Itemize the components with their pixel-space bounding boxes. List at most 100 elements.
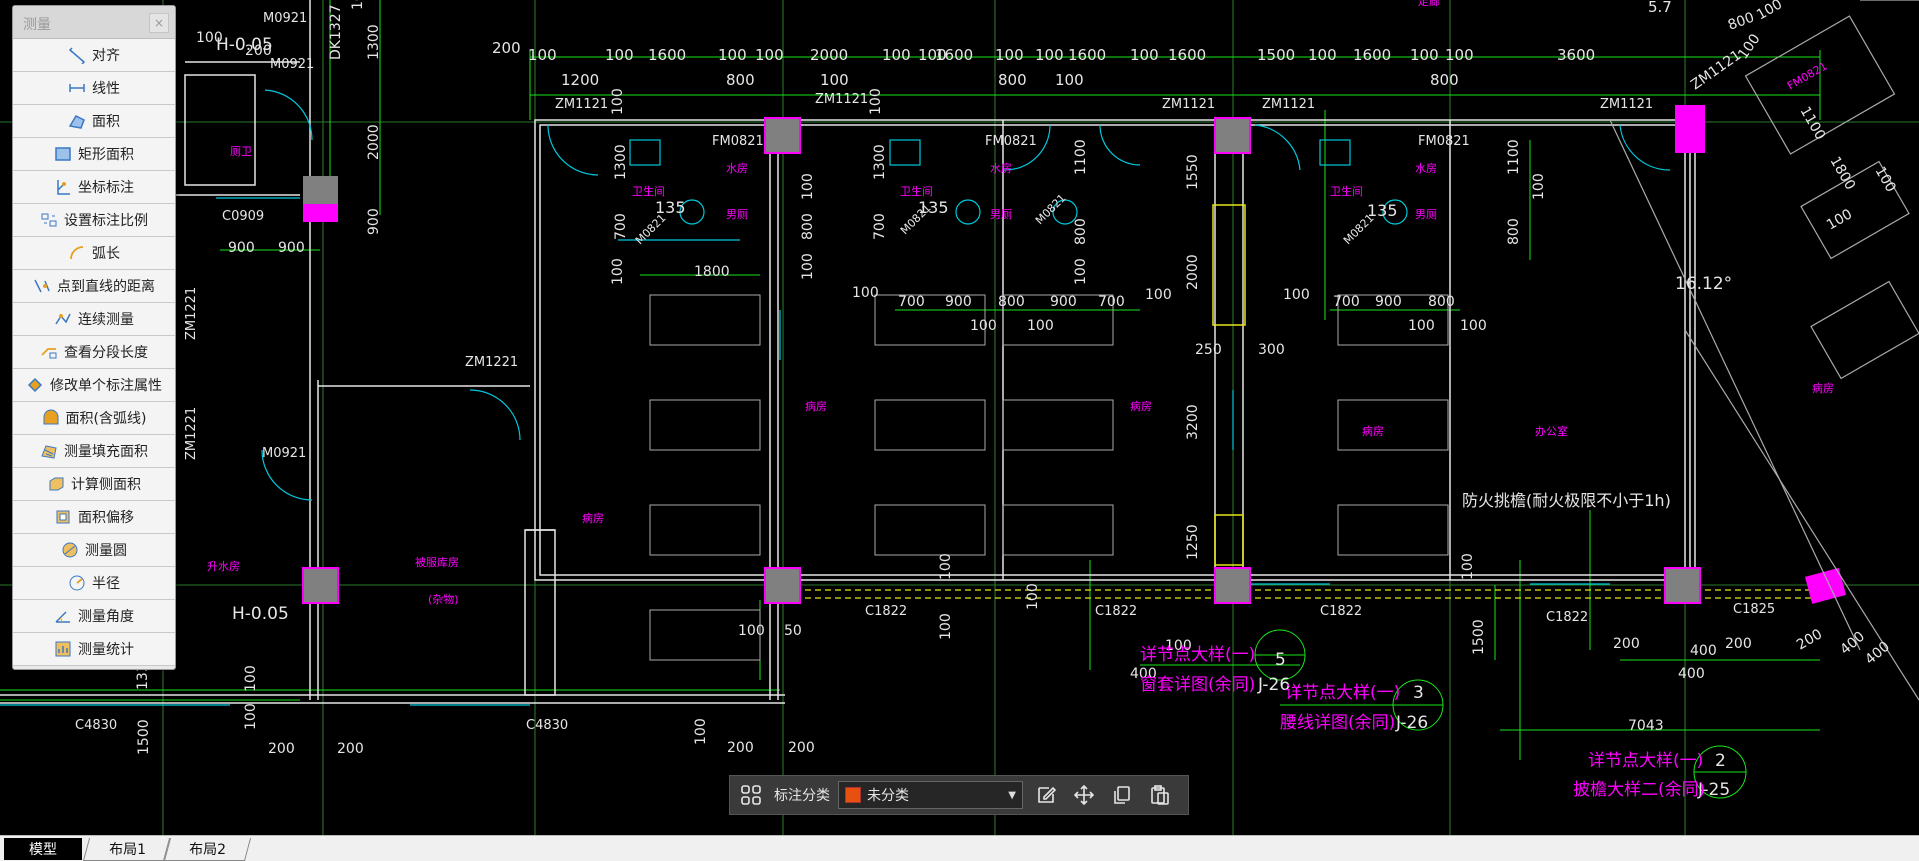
svg-text:400: 400 (1862, 639, 1893, 668)
svg-text:C1822: C1822 (1095, 604, 1137, 619)
measure-tool-scale[interactable]: 设置标注比例 (13, 204, 175, 237)
svg-text:100: 100 (755, 46, 784, 64)
measure-tool-edit-annotation[interactable]: 修改单个标注属性 (13, 369, 175, 402)
svg-text:1300: 1300 (613, 144, 629, 180)
svg-text:5: 5 (1275, 650, 1286, 670)
svg-text:DK1327: DK1327 (328, 4, 344, 60)
svg-text:300: 300 (1258, 342, 1285, 358)
svg-text:卫生间: 卫生间 (1330, 184, 1363, 198)
svg-text:C4830: C4830 (526, 718, 568, 733)
svg-text:办公室: 办公室 (1535, 424, 1568, 438)
category-select[interactable]: 未分类 ▼ (838, 781, 1023, 809)
side-area-icon (47, 475, 65, 493)
measure-tool-area-offset[interactable]: 面积偏移 (13, 501, 175, 534)
svg-text:1300: 1300 (872, 144, 888, 180)
svg-text:16.12°: 16.12° (1675, 274, 1732, 294)
measure-tool-linear-measure[interactable]: 线性 (13, 72, 175, 105)
annotation-toolbar: 标注分类 未分类 ▼ (729, 775, 1189, 815)
svg-text:800: 800 (1428, 294, 1455, 310)
close-icon[interactable]: × (149, 13, 169, 33)
measure-tool-circle-measure[interactable]: 测量圆 (13, 534, 175, 567)
svg-text:200: 200 (1794, 626, 1825, 653)
svg-text:800: 800 (998, 71, 1027, 89)
measure-tool-list: 对齐 线性面积矩形面积 坐标标注 设置标注比例弧长点到直线的距离 连续测量 查看分段长度修… (13, 39, 175, 666)
svg-text:水房: 水房 (726, 162, 748, 175)
svg-text:100: 100 (882, 46, 911, 64)
measure-tool-point-line-distance[interactable]: 点到直线的距离 (13, 270, 175, 303)
svg-text:厕卫: 厕卫 (230, 145, 252, 158)
measure-tool-continuous-measure[interactable]: 连续测量 (13, 303, 175, 336)
svg-text:100: 100 (610, 258, 626, 285)
svg-text:详节点大样(一): 详节点大样(一) (1588, 751, 1703, 771)
move-icon[interactable] (1069, 780, 1099, 810)
svg-text:800: 800 (1506, 218, 1522, 245)
svg-text:900: 900 (945, 294, 972, 310)
area-measure-icon (68, 112, 86, 130)
measure-tool-area-measure[interactable]: 面积 (13, 105, 175, 138)
svg-text:100: 100 (868, 88, 884, 115)
svg-text:3: 3 (1413, 683, 1424, 703)
statistics-icon (54, 640, 72, 658)
svg-text:100: 100 (243, 665, 259, 692)
measure-tool-angle-measure[interactable]: 测量角度 (13, 600, 175, 633)
svg-text:1550: 1550 (1185, 154, 1201, 190)
tab-layout2[interactable]: 布局2 (162, 838, 252, 861)
measure-tool-fill-area[interactable]: 测量填充面积 (13, 435, 175, 468)
svg-text:(杂物): (杂物) (428, 592, 459, 606)
svg-text:C4830: C4830 (75, 718, 117, 733)
paste-icon[interactable] (1145, 780, 1175, 810)
rect-area-icon (54, 145, 72, 163)
measure-tool-label: 面积 (92, 114, 120, 130)
measure-tool-side-area[interactable]: 计算侧面积 (13, 468, 175, 501)
svg-text:900: 900 (278, 240, 305, 256)
svg-text:ZM1121: ZM1121 (1262, 97, 1315, 112)
measure-panel-title: 测量 (23, 17, 51, 33)
cad-drawing-canvas[interactable]: 200 100 100 1600 100 100 2000 100 100 1600 100… (0, 0, 1919, 835)
category-grid-icon[interactable] (736, 780, 766, 810)
measure-panel-header[interactable]: 测量 × (13, 6, 175, 39)
svg-text:400: 400 (1690, 643, 1717, 659)
svg-text:200: 200 (492, 39, 521, 57)
edit-icon[interactable] (1031, 780, 1061, 810)
svg-text:ZM1121: ZM1121 (555, 97, 608, 112)
svg-text:H-0.05: H-0.05 (232, 604, 289, 624)
measure-tool-label: 计算侧面积 (71, 477, 141, 493)
svg-text:C1825: C1825 (1733, 602, 1775, 617)
segment-length-icon (40, 343, 58, 361)
svg-text:100: 100 (1027, 318, 1054, 334)
measure-tool-rect-area[interactable]: 矩形面积 (13, 138, 175, 171)
svg-text:男厕: 男厕 (1415, 208, 1437, 221)
measure-tool-arc-area[interactable]: 面积(含弧线) (13, 402, 175, 435)
svg-text:900: 900 (366, 208, 382, 235)
area-offset-icon (54, 508, 72, 526)
svg-text:100: 100 (243, 703, 259, 730)
measure-tool-statistics[interactable]: 测量统计 (13, 633, 175, 666)
measure-tool-radius[interactable]: 半径 (13, 567, 175, 600)
svg-text:FM0821: FM0821 (1785, 59, 1829, 92)
svg-text:2000: 2000 (366, 124, 382, 160)
measure-tool-label: 弧长 (92, 246, 120, 262)
svg-text:C1822: C1822 (1546, 610, 1588, 625)
svg-text:男厕: 男厕 (990, 208, 1012, 221)
svg-text:100: 100 (1308, 46, 1337, 64)
svg-text:700: 700 (613, 213, 629, 240)
svg-text:800: 800 (726, 71, 755, 89)
svg-text:男厕: 男厕 (726, 208, 748, 221)
arc-length-icon (68, 244, 86, 262)
copy-icon[interactable] (1107, 780, 1137, 810)
measure-tool-arc-length[interactable]: 弧长 (13, 237, 175, 270)
tab-model[interactable]: 模型 (4, 838, 82, 860)
tab-layout1[interactable]: 布局1 (82, 838, 172, 861)
svg-text:100: 100 (970, 318, 997, 334)
measure-tool-segment-length[interactable]: 查看分段长度 (13, 336, 175, 369)
svg-text:病房: 病房 (1812, 381, 1834, 395)
measure-tool-align-measure[interactable]: 对齐 (13, 39, 175, 72)
category-select-value: 未分类 (867, 788, 909, 804)
measure-tool-coordinate[interactable]: 坐标标注 (13, 171, 175, 204)
svg-text:1600: 1600 (648, 46, 686, 64)
svg-text:100: 100 (1460, 553, 1476, 580)
svg-text:50: 50 (784, 623, 802, 639)
svg-text:100: 100 (738, 623, 765, 639)
svg-text:100: 100 (1460, 318, 1487, 334)
svg-text:900: 900 (228, 240, 255, 256)
